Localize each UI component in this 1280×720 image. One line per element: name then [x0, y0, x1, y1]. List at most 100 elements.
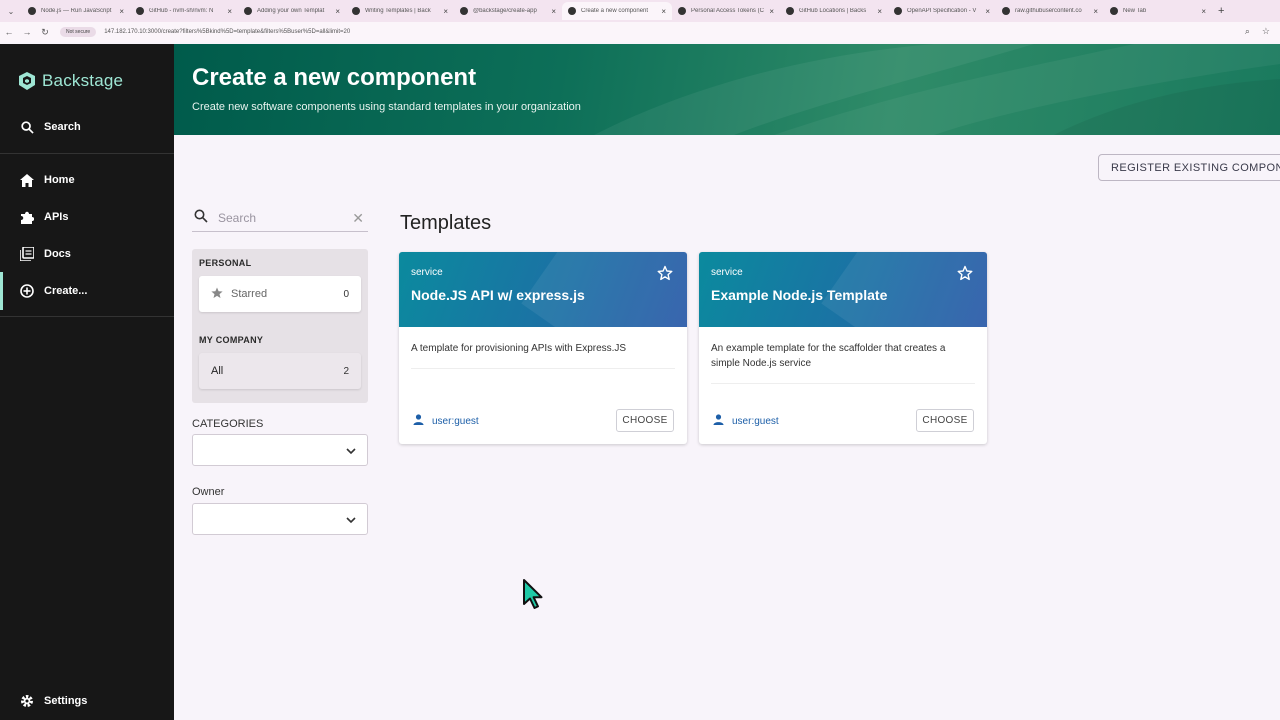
- choose-button[interactable]: CHOOSE: [916, 409, 974, 432]
- tab-favicon-icon: [28, 7, 36, 15]
- search-icon: [20, 120, 34, 134]
- star-outline-icon[interactable]: [657, 265, 673, 286]
- browser-tab[interactable]: GitHub Locations | Backs ×: [780, 2, 888, 20]
- card-divider: [711, 383, 975, 384]
- close-tab-icon[interactable]: ×: [1093, 7, 1098, 16]
- template-owner: user:guest: [432, 415, 479, 427]
- sidebar-search-label: Search: [44, 121, 81, 133]
- sidebar-item-label: Create...: [44, 285, 88, 297]
- url-text[interactable]: 147.182.170.10:3000/create?filters%5Bkin…: [104, 29, 350, 35]
- backstage-logo[interactable]: Backstage: [18, 71, 123, 91]
- browser-tab[interactable]: Adding your own Templat ×: [238, 2, 346, 20]
- sidebar-divider: [0, 316, 174, 317]
- person-icon: [413, 414, 424, 428]
- browser-tab-active[interactable]: Create a new component ×: [562, 2, 672, 20]
- sidebar-item-create[interactable]: Create...: [0, 272, 174, 310]
- template-card: service Node.JS API w/ express.js A temp…: [399, 252, 687, 444]
- browser-address-bar: ← → ↻ Not secure 147.182.170.10:3000/cre…: [0, 22, 1280, 42]
- tab-favicon-icon: [678, 7, 686, 15]
- browser-tab[interactable]: raw.githubusercontent.co ×: [996, 2, 1104, 20]
- browser-tab[interactable]: Writing Templates | Back ×: [346, 2, 454, 20]
- library-icon: [20, 247, 34, 261]
- browser-tab[interactable]: Personal Access Tokens (C ×: [672, 2, 780, 20]
- starred-label: Starred: [231, 288, 268, 300]
- template-owner: user:guest: [732, 415, 779, 427]
- back-arrow-icon[interactable]: ←: [0, 27, 18, 37]
- template-title: Example Node.js Template: [711, 287, 888, 303]
- sidebar-item-settings[interactable]: Settings: [0, 682, 174, 720]
- template-owner-link[interactable]: user:guest: [413, 414, 479, 428]
- register-existing-component-button[interactable]: REGISTER EXISTING COMPONENT: [1098, 154, 1280, 181]
- browser-tab[interactable]: OpenAPI Specification - V ×: [888, 2, 996, 20]
- sidebar-item-home[interactable]: Home: [0, 161, 174, 199]
- chevron-down-icon: [345, 513, 357, 531]
- template-card-header: service Example Node.js Template: [699, 252, 987, 327]
- clear-search-icon[interactable]: ✕: [352, 210, 364, 227]
- tab-title: Adding your own Templat: [257, 8, 325, 14]
- close-tab-icon[interactable]: ×: [443, 7, 448, 16]
- tab-list-chevron-icon[interactable]: ⌄: [0, 7, 22, 16]
- gear-icon: [20, 694, 34, 708]
- sidebar-item-apis[interactable]: APIs: [0, 198, 174, 236]
- close-tab-icon[interactable]: ×: [551, 7, 556, 16]
- tab-title: OpenAPI Specification - V: [907, 8, 977, 14]
- not-secure-badge[interactable]: Not secure: [60, 27, 97, 37]
- template-description: A template for provisioning APIs with Ex…: [411, 343, 627, 354]
- close-tab-icon[interactable]: ×: [119, 7, 124, 16]
- starred-filter[interactable]: Starred 0: [199, 276, 361, 312]
- browser-tab[interactable]: Node.js — Run JavaScript ×: [22, 2, 130, 20]
- tab-favicon-icon: [1110, 7, 1118, 15]
- tab-title: GitHub Locations | Backs: [799, 8, 867, 14]
- close-tab-icon[interactable]: ×: [769, 7, 774, 16]
- brand-name: Backstage: [42, 71, 124, 90]
- chevron-down-icon: [345, 444, 357, 462]
- close-tab-icon[interactable]: ×: [335, 7, 340, 16]
- template-owner-link[interactable]: user:guest: [713, 414, 779, 428]
- person-icon: [713, 414, 724, 428]
- tab-favicon-icon: [894, 7, 902, 15]
- sidebar-item-docs[interactable]: Docs: [0, 235, 174, 273]
- categories-select[interactable]: [192, 434, 368, 466]
- browser-tab[interactable]: New Tab ×: [1104, 2, 1212, 20]
- tab-title: @backstage/create-app: [473, 8, 537, 14]
- new-tab-button[interactable]: +: [1218, 5, 1224, 17]
- sidebar-item-label: Docs: [44, 248, 71, 260]
- tab-title: Writing Templates | Back: [365, 8, 431, 14]
- tab-favicon-icon: [244, 7, 252, 15]
- sidebar-item-label: APIs: [44, 211, 69, 223]
- tab-title: Node.js — Run JavaScript: [41, 8, 112, 14]
- sidebar: Backstage Search Home APIs Docs Create..…: [0, 44, 174, 720]
- all-label: All: [211, 365, 224, 377]
- star-outline-icon[interactable]: [957, 265, 973, 286]
- close-tab-icon[interactable]: ×: [661, 7, 666, 16]
- tab-title: Personal Access Tokens (C: [691, 8, 764, 14]
- close-tab-icon[interactable]: ×: [985, 7, 990, 16]
- template-card: service Example Node.js Template An exam…: [699, 252, 987, 444]
- close-tab-icon[interactable]: ×: [1201, 7, 1206, 16]
- tab-favicon-icon: [786, 7, 794, 15]
- sidebar-divider: [0, 153, 174, 154]
- template-kind: service: [711, 267, 743, 278]
- choose-button[interactable]: CHOOSE: [616, 409, 674, 432]
- close-tab-icon[interactable]: ×: [877, 7, 882, 16]
- all-filter[interactable]: All 2: [199, 353, 361, 389]
- star-icon: [211, 287, 223, 302]
- owner-filter-panel: PERSONAL Starred 0 MY COMPANY All 2: [192, 249, 368, 403]
- close-tab-icon[interactable]: ×: [227, 7, 232, 16]
- templates-heading: Templates: [400, 212, 492, 234]
- template-title: Node.JS API w/ express.js: [411, 287, 585, 303]
- bookmark-star-icon[interactable]: ☆: [1262, 26, 1270, 37]
- home-icon: [20, 173, 34, 187]
- zoom-icon[interactable]: ⌕: [1245, 26, 1250, 37]
- personal-heading: PERSONAL: [199, 258, 252, 268]
- sidebar-search[interactable]: Search: [0, 108, 174, 146]
- tab-favicon-icon: [352, 7, 360, 15]
- my-company-heading: MY COMPANY: [199, 335, 264, 345]
- search-input[interactable]: [218, 211, 338, 225]
- forward-arrow-icon[interactable]: →: [18, 27, 36, 37]
- browser-tab[interactable]: GitHub - nvm-sh/nvm: N ×: [130, 2, 238, 20]
- owner-select[interactable]: [192, 503, 368, 535]
- browser-tab[interactable]: @backstage/create-app ×: [454, 2, 562, 20]
- reload-icon[interactable]: ↻: [36, 27, 54, 38]
- starred-count: 0: [343, 288, 349, 300]
